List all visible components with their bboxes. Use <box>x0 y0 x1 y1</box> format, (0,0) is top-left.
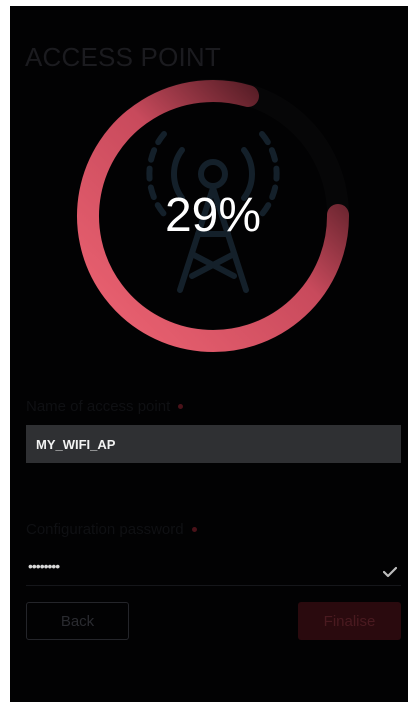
ap-name-input[interactable]: MY_WIFI_AP <box>26 425 401 463</box>
required-icon <box>178 404 184 409</box>
app-screen: ACCESS POINT 29% Name of access point MY… <box>10 6 408 702</box>
password-input[interactable]: •••••••• <box>26 554 401 586</box>
password-label-text: Configuration password <box>26 521 184 538</box>
finalise-button[interactable]: Finalise <box>298 602 401 640</box>
back-button[interactable]: Back <box>26 602 129 640</box>
password-label: Configuration password <box>26 521 197 538</box>
ap-name-value: MY_WIFI_AP <box>36 436 116 452</box>
progress-ring: 29% <box>74 76 352 354</box>
progress-percentage: 29% <box>164 188 262 242</box>
ap-name-label: Name of access point <box>26 398 184 415</box>
page-title: ACCESS POINT <box>25 42 221 72</box>
required-icon <box>191 527 197 532</box>
check-icon <box>383 566 397 578</box>
ap-name-label-text: Name of access point <box>26 398 171 415</box>
password-value: •••••••• <box>28 558 60 574</box>
